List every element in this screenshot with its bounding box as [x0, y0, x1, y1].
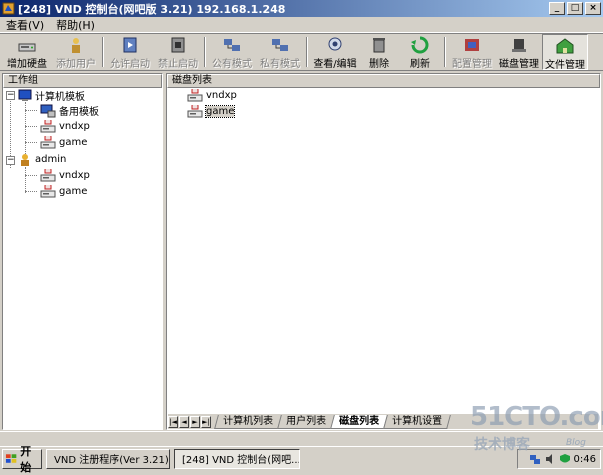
public-mode-button[interactable]: 公有模式	[208, 34, 256, 70]
start-button[interactable]: 开始	[2, 445, 42, 474]
allow-boot-icon	[123, 37, 137, 53]
disk-list-item-vndxp[interactable]: vndxp	[187, 88, 237, 103]
tree-line	[25, 191, 37, 192]
toolbar-separator	[204, 37, 206, 67]
tree-line	[25, 142, 37, 143]
disk-icon	[40, 168, 56, 181]
taskbar-item-console[interactable]: [248] VND 控制台(网吧...	[174, 448, 300, 469]
system-tray: 0:46	[517, 449, 601, 469]
maximize-button[interactable]: □	[567, 2, 583, 15]
tab-scroll-prev[interactable]: ◄	[179, 415, 189, 428]
tab-computer-settings[interactable]: 计算机设置	[383, 414, 451, 429]
disk-icon	[40, 135, 56, 148]
close-button[interactable]: ×	[585, 2, 601, 15]
disk-manage-icon	[512, 39, 526, 52]
security-icon[interactable]	[559, 453, 571, 465]
computer-icon	[40, 104, 56, 117]
deny-boot-button[interactable]: 禁止启动	[154, 34, 202, 70]
tree-node-computer-templates[interactable]: 计算机模板	[18, 88, 85, 103]
title-bar[interactable]: [248] VND 控制台(网吧版 3.21) 192.168.1.248 _ …	[0, 0, 603, 17]
computer-monitor-icon	[18, 89, 32, 101]
app-icon	[2, 2, 15, 15]
disk-list-item-game[interactable]: game	[187, 104, 236, 119]
config-manage-icon	[465, 39, 479, 51]
config-manage-button[interactable]: 配置管理	[448, 34, 496, 70]
console-window: [248] VND 控制台(网吧版 3.21) 192.168.1.248 _ …	[0, 0, 603, 446]
tree-line	[25, 126, 37, 127]
toolbar-separator	[102, 37, 104, 67]
tab-scroll-next[interactable]: ►	[190, 415, 200, 428]
menu-bar: 查看(V) 帮助(H)	[0, 17, 603, 33]
tab-computer-list[interactable]: 计算机列表	[214, 414, 282, 429]
toolbar-separator	[444, 37, 446, 67]
workgroup-header: 工作组	[3, 74, 162, 88]
toolbar-separator	[306, 37, 308, 67]
tree-line	[25, 175, 37, 176]
tab-disk-list[interactable]: 磁盘列表	[330, 414, 388, 429]
tab-scroll-last[interactable]: ►|	[201, 415, 211, 428]
disk-list-header: 磁盘列表	[167, 74, 600, 88]
network-icon[interactable]	[529, 453, 541, 465]
tab-scroll-first[interactable]: |◄	[168, 415, 178, 428]
allow-boot-button[interactable]: 允许启动	[106, 34, 154, 70]
menu-view[interactable]: 查看(V)	[0, 17, 50, 33]
tree-node-disk-vndxp[interactable]: vndxp	[40, 119, 90, 134]
tree-node-admin[interactable]: admin	[18, 152, 66, 167]
add-user-icon	[72, 38, 80, 53]
status-bar	[0, 431, 603, 445]
tab-user-list[interactable]: 用户列表	[277, 414, 335, 429]
tree-node-disk-game[interactable]: game	[40, 135, 87, 150]
disk-icon	[187, 88, 203, 101]
volume-icon[interactable]	[544, 453, 556, 465]
workgroup-pane: 工作组 − 计算机模板 备用模板 vndxp game − admin vndx…	[2, 73, 163, 430]
file-manage-button[interactable]: 文件管理	[542, 34, 588, 71]
view-edit-icon	[328, 37, 342, 51]
clock[interactable]: 0:46	[574, 454, 596, 465]
toolbar: 增加硬盘 添加用户 允许启动 禁止启动 公有模式 私有模式 查看/编辑 删除 刷…	[0, 33, 603, 71]
taskbar: 开始 VND 注册程序(Ver 3.21) [248] VND 控制台(网吧..…	[0, 445, 603, 474]
disk-list-pane: 磁盘列表 vndxp game	[166, 73, 601, 430]
add-user-button[interactable]: 添加用户	[52, 34, 100, 70]
minimize-button[interactable]: _	[549, 2, 565, 15]
user-icon	[21, 153, 29, 166]
windows-logo-icon	[5, 453, 17, 463]
view-edit-button[interactable]: 查看/编辑	[310, 34, 360, 70]
taskbar-item-register[interactable]: VND 注册程序(Ver 3.21)	[46, 448, 170, 469]
tree-node-admin-vndxp[interactable]: vndxp	[40, 168, 90, 183]
private-mode-icon	[272, 39, 288, 51]
tree-node-backup-template[interactable]: 备用模板	[40, 103, 99, 118]
deny-boot-icon	[171, 37, 185, 53]
tree-node-admin-game[interactable]: game	[40, 184, 87, 199]
disk-manage-button[interactable]: 磁盘管理	[496, 34, 542, 70]
file-manage-icon	[556, 38, 574, 54]
tree-line	[25, 110, 37, 111]
bottom-tab-bar: |◄ ◄ ► ►| 计算机列表 用户列表 磁盘列表 计算机设置	[168, 414, 598, 429]
disk-icon	[40, 119, 56, 132]
menu-help[interactable]: 帮助(H)	[50, 17, 101, 33]
refresh-icon	[411, 36, 429, 54]
public-mode-icon	[224, 39, 240, 51]
tree-expander-admin[interactable]: −	[6, 156, 15, 165]
delete-button[interactable]: 删除	[360, 34, 398, 70]
window-title: [248] VND 控制台(网吧版 3.21) 192.168.1.248	[18, 2, 286, 16]
refresh-button[interactable]: 刷新	[398, 34, 442, 70]
tree-line	[25, 167, 26, 193]
add-disk-button[interactable]: 增加硬盘	[2, 34, 52, 70]
disk-icon	[187, 104, 203, 117]
tree-expander-templates[interactable]: −	[6, 91, 15, 100]
private-mode-button[interactable]: 私有模式	[256, 34, 304, 70]
delete-icon	[373, 38, 385, 53]
disk-icon	[40, 184, 56, 197]
hard-disk-add-icon	[18, 43, 36, 52]
